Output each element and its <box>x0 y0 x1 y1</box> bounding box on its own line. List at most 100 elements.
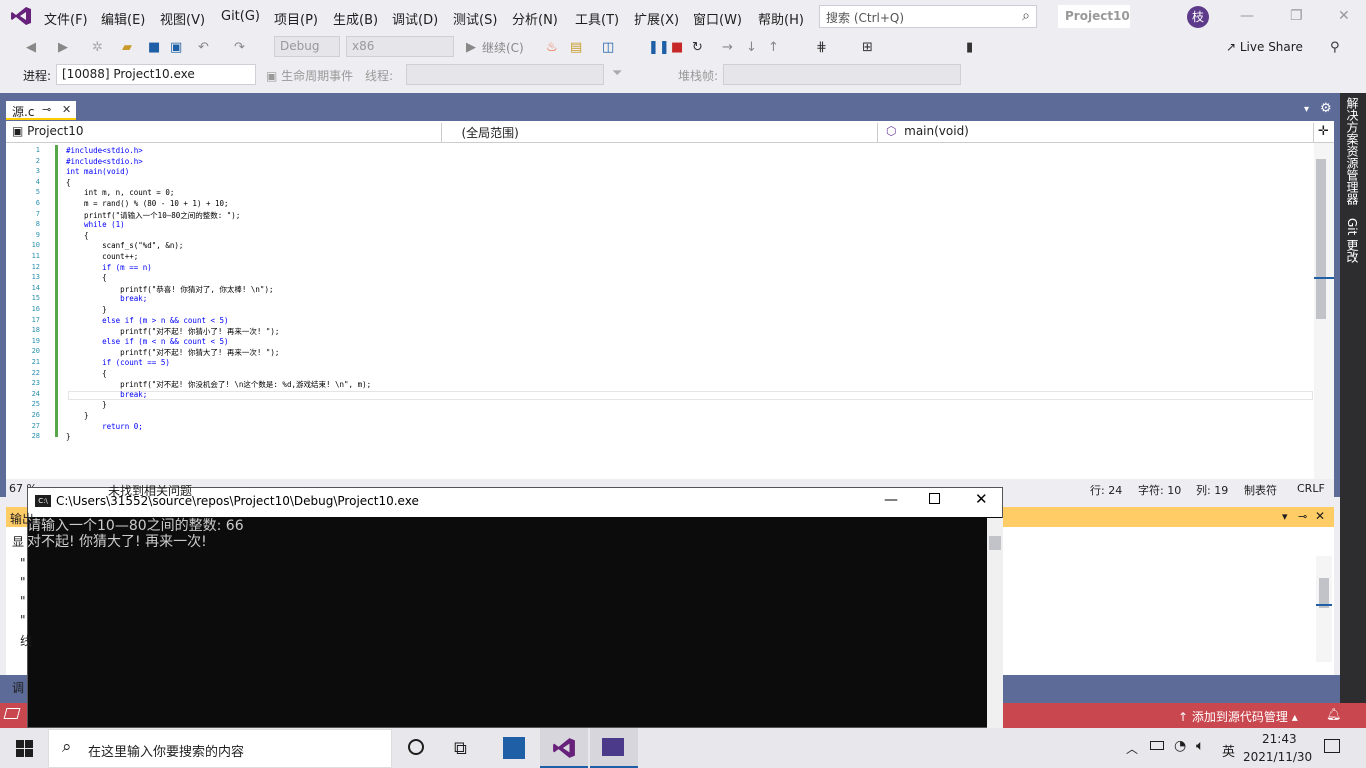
close-icon[interactable]: ✕ <box>1338 8 1350 24</box>
forward-icon[interactable]: ▶ <box>58 40 68 55</box>
tab-label: 源.c <box>12 105 35 119</box>
ime-indicator[interactable]: 英 <box>1222 741 1235 760</box>
pin-icon[interactable]: ⊸ <box>42 103 51 116</box>
console-close-icon[interactable]: ✕ <box>975 490 988 508</box>
breakpoint-icon[interactable]: ⋕ <box>816 40 827 55</box>
task-view-icon[interactable]: ⧉ <box>454 738 467 759</box>
hot-reload-icon[interactable]: ♨ <box>546 40 558 55</box>
open-folder-icon[interactable]: ▰ <box>122 40 132 55</box>
restart-icon[interactable]: ↻ <box>692 40 703 55</box>
continue-button[interactable]: 继续(C) <box>482 39 524 56</box>
menu-item[interactable]: 生成(B) <box>333 9 378 28</box>
live-share-label: Live Share <box>1239 40 1303 54</box>
code-editor[interactable] <box>6 143 1314 479</box>
clock-date[interactable]: 2021/11/30 <box>1243 750 1312 764</box>
lifecycle-events-button[interactable]: ▣ 生命周期事件 <box>266 67 353 84</box>
platform-dropdown[interactable]: x86 <box>346 36 454 57</box>
notifications-bell-icon[interactable]: 🔔︎ <box>1326 707 1341 721</box>
store-icon[interactable] <box>503 737 525 759</box>
filter-icon[interactable]: ⏷ <box>612 66 622 81</box>
avatar[interactable]: 枝 <box>1187 6 1209 28</box>
editor-vertical-scrollbar[interactable] <box>1314 143 1334 479</box>
menu-item[interactable]: 测试(S) <box>453 9 497 28</box>
output-pin-icon[interactable]: ⊸ <box>1298 510 1307 523</box>
output-header-label: 输出 <box>10 512 35 526</box>
tab-close-icon[interactable]: ✕ <box>62 103 71 116</box>
process-icon[interactable]: ▤ <box>570 40 582 55</box>
code-line: } <box>66 411 89 420</box>
output-dropdown-icon[interactable]: ▾ <box>1282 510 1288 523</box>
new-item-icon[interactable]: ✲ <box>92 40 103 55</box>
menu-item[interactable]: 窗口(W) <box>693 9 742 28</box>
maximize-icon[interactable]: ❐ <box>1290 8 1303 24</box>
menu-item[interactable]: 帮助(H) <box>758 9 804 28</box>
stop-icon[interactable]: ■ <box>671 40 683 55</box>
output-scrollbar[interactable] <box>1316 556 1332 662</box>
menu-item[interactable]: 调试(D) <box>392 9 438 28</box>
save-all-icon[interactable]: ▣ <box>170 40 182 55</box>
cortana-icon[interactable] <box>408 739 424 755</box>
split-icon[interactable]: ✛ <box>1318 124 1329 139</box>
code-line: } <box>66 305 107 314</box>
console-scrollbar[interactable] <box>987 518 1003 728</box>
continue-icon[interactable]: ▶ <box>466 40 476 55</box>
menu-item[interactable]: 文件(F) <box>44 9 88 28</box>
function-label: main(void) <box>904 124 969 138</box>
char-indicator: 字符: 10 <box>1138 484 1182 497</box>
menu-item[interactable]: Git(G) <box>221 9 260 24</box>
account-icon[interactable]: ⚲ <box>1330 40 1340 55</box>
add-to-source-control-button[interactable]: ↑ 添加到源代码管理 ▴ <box>1178 708 1298 725</box>
search-input[interactable]: 搜索 (Ctrl+Q) ⌕ <box>819 5 1037 28</box>
console-maximize-icon[interactable] <box>929 493 940 504</box>
format-icon[interactable]: ⊞ <box>862 40 873 55</box>
line-number: 16 <box>31 305 40 313</box>
undo-icon[interactable]: ↶ <box>198 40 209 55</box>
live-share-button[interactable]: ↗ Live Share <box>1226 40 1303 54</box>
settings-gear-icon[interactable]: ⚙ <box>1320 101 1332 116</box>
volume-icon[interactable]: 🔈︎ <box>1196 738 1204 754</box>
battery-icon[interactable] <box>1150 741 1164 750</box>
windows-start-icon[interactable] <box>16 740 33 757</box>
save-icon[interactable]: ■ <box>148 40 160 55</box>
pause-icon[interactable]: ❚❚ <box>648 40 670 55</box>
code-line: printf("对不起! 你猜小了! 再来一次! "); <box>66 327 280 337</box>
global-scope-dropdown[interactable]: (全局范围) <box>446 123 878 142</box>
menu-item[interactable]: 编辑(E) <box>101 9 145 28</box>
minimize-icon[interactable]: — <box>1240 8 1254 24</box>
code-line: if (count == 5) <box>66 358 170 367</box>
line-number: 5 <box>35 188 40 197</box>
solution-explorer-tab[interactable]: 解决方案资源管理器 <box>1344 97 1361 205</box>
clock-time[interactable]: 21:43 <box>1262 732 1297 746</box>
configuration-dropdown[interactable]: Debug <box>274 36 340 57</box>
tab-mode[interactable]: 制表符 <box>1244 482 1277 498</box>
stack-frame-dropdown[interactable] <box>723 64 961 85</box>
ready-icon <box>3 708 21 719</box>
menu-item[interactable]: 项目(P) <box>274 9 318 28</box>
git-changes-tab[interactable]: Git 更改 <box>1344 218 1361 263</box>
step-into-icon[interactable]: → <box>722 40 733 55</box>
line-ending[interactable]: CRLF <box>1297 482 1325 495</box>
code-line: #include<stdio.h> <box>66 156 143 166</box>
thread-dropdown[interactable] <box>406 64 604 85</box>
function-dropdown[interactable]: ⬡ main(void) <box>882 123 1314 142</box>
screen-icon[interactable]: ◫ <box>602 40 614 55</box>
console-minimize-icon[interactable]: — <box>884 492 898 508</box>
bookmark-icon[interactable]: ▮ <box>966 40 973 55</box>
project-scope-dropdown[interactable]: ▣ Project10 <box>8 123 442 142</box>
step-out-icon[interactable]: ↑ <box>768 40 779 55</box>
output-close-icon[interactable]: ✕ <box>1315 509 1325 523</box>
process-dropdown[interactable]: [10088] Project10.exe <box>56 64 256 85</box>
step-over-icon[interactable]: ↓ <box>746 40 757 55</box>
action-center-icon[interactable] <box>1324 739 1340 753</box>
redo-icon[interactable]: ↷ <box>234 40 245 55</box>
tab-dropdown-icon[interactable]: ▾ <box>1304 104 1309 115</box>
tray-expand-icon[interactable]: ︿ <box>1126 740 1138 757</box>
menu-item[interactable]: 扩展(X) <box>634 9 679 28</box>
menu-item[interactable]: 视图(V) <box>160 9 205 28</box>
menu-item[interactable]: 分析(N) <box>512 9 558 28</box>
back-icon[interactable]: ◀ <box>26 40 36 55</box>
line-number: 10 <box>31 241 40 250</box>
menu-item[interactable]: 工具(T) <box>575 9 619 28</box>
wifi-icon[interactable]: ◔ <box>1174 738 1186 754</box>
line-number: 8 <box>35 220 40 229</box>
